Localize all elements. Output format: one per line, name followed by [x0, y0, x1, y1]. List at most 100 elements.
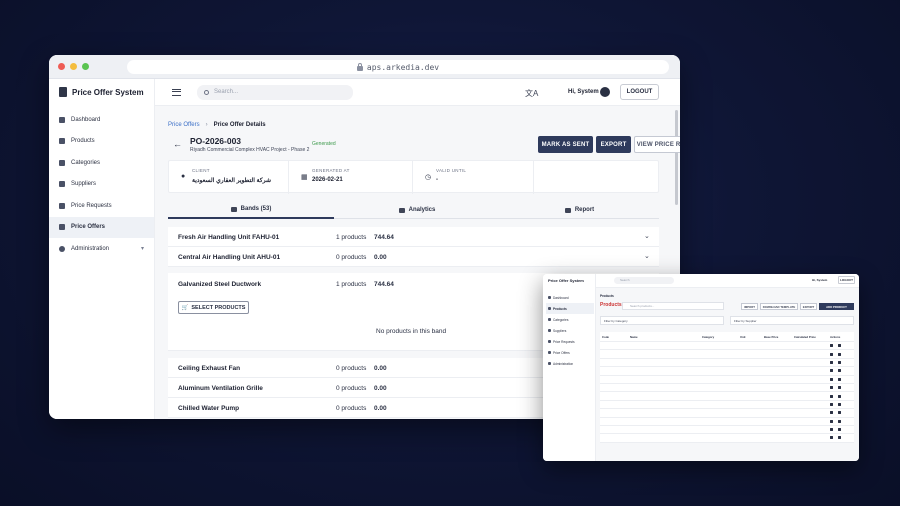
tab-analytics[interactable]: Analytics	[334, 201, 500, 219]
edit-icon[interactable]	[830, 386, 833, 390]
table-row[interactable]	[600, 367, 854, 376]
menu-icon[interactable]	[172, 88, 181, 96]
page-title: Products	[600, 302, 622, 308]
band-row[interactable]: Fresh Air Handling Unit FAHU-01 1 produc…	[168, 227, 659, 247]
table-row[interactable]	[600, 409, 854, 418]
table-row[interactable]	[600, 426, 854, 435]
edit-icon[interactable]	[830, 402, 833, 406]
box-icon	[59, 138, 65, 145]
sidebar-item-price-offers[interactable]: Price Offers	[49, 216, 154, 238]
sidebar-item-administration[interactable]: Administration	[546, 358, 594, 369]
import-button[interactable]: IMPORT	[741, 303, 758, 310]
table-row[interactable]	[600, 392, 854, 401]
delete-icon[interactable]	[838, 419, 841, 423]
export-button[interactable]: EXPORT	[596, 136, 631, 153]
table-row[interactable]	[600, 401, 854, 410]
table-row[interactable]	[600, 359, 854, 368]
sidebar-item-price-offers[interactable]: Price Offers	[546, 347, 594, 358]
column-header[interactable]: Name	[630, 335, 702, 339]
edit-icon[interactable]	[830, 419, 833, 423]
delete-icon[interactable]	[838, 411, 841, 415]
address-bar[interactable]: aps.arkedia.dev	[127, 60, 669, 74]
sidebar-item-dashboard[interactable]: Dashboard	[546, 292, 594, 303]
edit-icon[interactable]	[830, 394, 833, 398]
delete-icon[interactable]	[838, 369, 841, 373]
sidebar-item-products[interactable]: Products	[49, 131, 154, 153]
supplier-filter[interactable]: Filter by Supplier	[730, 316, 854, 325]
back-arrow-icon[interactable]: ←	[173, 139, 182, 149]
delete-icon[interactable]	[838, 352, 841, 356]
table-row[interactable]	[600, 434, 854, 443]
table-row[interactable]	[600, 342, 854, 351]
category-filter[interactable]: Filter by Category	[600, 316, 724, 325]
sidebar-item-price-requests[interactable]: Price Requests	[49, 195, 154, 217]
edit-icon[interactable]	[830, 360, 833, 364]
delete-icon[interactable]	[838, 394, 841, 398]
edit-icon[interactable]	[830, 344, 833, 348]
tab-report[interactable]: Report	[500, 201, 659, 219]
sidebar-item-label: Price Requests	[71, 202, 112, 209]
delete-icon[interactable]	[838, 402, 841, 406]
edit-icon[interactable]	[830, 428, 833, 432]
sidebar-item-price-requests[interactable]: Price Requests	[546, 336, 594, 347]
delete-icon[interactable]	[838, 386, 841, 390]
sidebar-item-categories[interactable]: Categories	[546, 314, 594, 325]
brand[interactable]: Price Offer System	[49, 79, 154, 105]
scrollbar[interactable]	[675, 110, 678, 205]
table-row[interactable]	[600, 350, 854, 359]
band-product-count: 0 products	[336, 365, 367, 372]
delete-icon[interactable]	[838, 428, 841, 432]
app-name: Price Offer System	[548, 278, 584, 283]
delete-icon[interactable]	[838, 436, 841, 440]
view-price-request-button[interactable]: VIEW PRICE REQUEST	[634, 136, 680, 153]
breadcrumb-link[interactable]: Price Offers	[168, 122, 200, 128]
select-products-button[interactable]: 🛒 SELECT PRODUCTS	[178, 301, 249, 314]
column-header[interactable]: Code	[600, 335, 630, 339]
tab-bands[interactable]: Bands (53)	[168, 201, 334, 219]
delete-icon[interactable]	[838, 360, 841, 364]
column-header[interactable]: Calculated Price	[794, 335, 830, 339]
mark-as-sent-button[interactable]: MARK AS SENT	[538, 136, 593, 153]
sidebar-item-products[interactable]: Products	[546, 303, 594, 314]
sidebar-item-suppliers[interactable]: Suppliers	[49, 174, 154, 196]
close-window-button[interactable]	[58, 63, 65, 70]
band-product-count: 0 products	[336, 385, 367, 392]
sidebar-item-label: Price Offers	[553, 350, 570, 355]
product-search-input[interactable]: Search products...	[622, 302, 724, 310]
edit-icon[interactable]	[830, 369, 833, 373]
add-product-button[interactable]: ADD PRODUCT	[819, 303, 854, 310]
band-product-count: 0 products	[336, 254, 367, 261]
export-button[interactable]: EXPORT	[800, 303, 817, 310]
chevron-down-icon[interactable]: ⌄	[644, 232, 650, 240]
table-row[interactable]	[600, 384, 854, 393]
edit-icon[interactable]	[830, 436, 833, 440]
chevron-down-icon[interactable]: ⌄	[644, 252, 650, 260]
minimize-window-button[interactable]	[70, 63, 77, 70]
maximize-window-button[interactable]	[82, 63, 89, 70]
band-row[interactable]: Central Air Handling Unit AHU-01 0 produ…	[168, 247, 659, 267]
translate-icon[interactable]: 文A	[525, 88, 538, 99]
column-header[interactable]: Category	[702, 335, 740, 339]
avatar[interactable]	[600, 87, 610, 97]
delete-icon[interactable]	[838, 344, 841, 348]
edit-icon[interactable]	[830, 352, 833, 356]
logout-button[interactable]: LOGOUT	[620, 84, 659, 100]
delete-icon[interactable]	[838, 377, 841, 381]
sidebar-item-suppliers[interactable]: Suppliers	[546, 325, 594, 336]
table-row[interactable]	[600, 376, 854, 384]
logout-button[interactable]: LOGOUT	[838, 276, 855, 284]
edit-icon[interactable]	[830, 377, 833, 381]
edit-icon[interactable]	[830, 411, 833, 415]
download-template-button[interactable]: DOWNLOAD TEMPLATE	[760, 303, 798, 310]
document-icon	[548, 340, 551, 343]
search-input[interactable]: Search	[614, 277, 674, 284]
column-header[interactable]: Unit	[740, 335, 764, 339]
breadcrumb: Products	[600, 294, 614, 298]
column-header[interactable]: Base Price	[764, 335, 794, 339]
sidebar-item-dashboard[interactable]: Dashboard	[49, 109, 154, 131]
sidebar-item-administration[interactable]: Administration ▾	[49, 238, 154, 260]
search-input[interactable]: Search...	[197, 84, 353, 100]
client-name: شركة التطوير العقاري السعودية	[192, 178, 271, 184]
table-row[interactable]	[600, 418, 854, 426]
sidebar-item-categories[interactable]: Categories	[49, 152, 154, 174]
